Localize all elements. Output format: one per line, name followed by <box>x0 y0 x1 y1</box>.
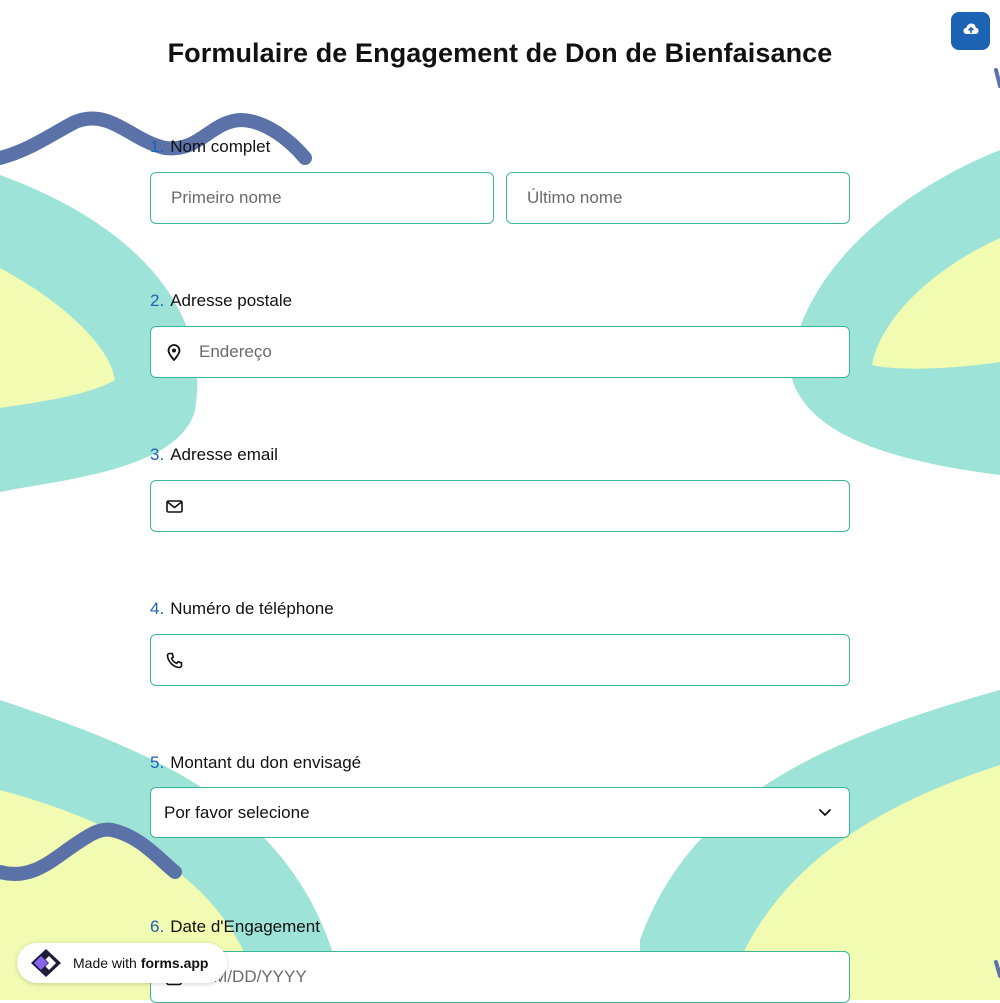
question-text: Montant du don envisagé <box>170 753 362 772</box>
address-input[interactable]: Endereço <box>150 326 850 378</box>
question-text: Adresse email <box>170 445 278 464</box>
question-number: 2. <box>150 291 165 310</box>
question-number: 1. <box>150 137 165 156</box>
phone-icon <box>164 650 184 670</box>
badge-prefix: Made with <box>73 955 137 971</box>
question-number: 3. <box>150 445 165 464</box>
donation-amount-selected: Por favor selecione <box>164 802 310 822</box>
pledge-date-input[interactable]: MM/DD/YYYY <box>150 951 850 1003</box>
question-number: 6. <box>150 917 165 936</box>
question-label-pledge-date: 6. Date d'Engagement <box>150 917 320 937</box>
question-label-email: 3. Adresse email <box>150 445 278 465</box>
form-page: Formulaire de Engagement de Don de Bienf… <box>0 0 1000 1003</box>
question-label-donation-amount: 5. Montant du don envisagé <box>150 753 361 773</box>
question-number: 5. <box>150 753 165 772</box>
donation-amount-select[interactable]: Por favor selecione <box>150 787 850 838</box>
question-text: Adresse postale <box>170 291 293 310</box>
question-text: Numéro de téléphone <box>170 599 334 618</box>
first-name-placeholder: Primeiro nome <box>171 188 282 207</box>
question-text: Nom complet <box>170 137 271 156</box>
question-label-phone: 4. Numéro de téléphone <box>150 599 334 619</box>
map-pin-icon <box>164 342 184 362</box>
envelope-icon <box>164 496 184 516</box>
first-name-input[interactable]: Primeiro nome <box>150 172 494 224</box>
chevron-down-icon <box>815 803 835 823</box>
badge-brand: forms.app <box>140 955 209 971</box>
forms-app-logo-icon <box>27 946 65 980</box>
question-label-full-name: 1. Nom complet <box>150 137 270 157</box>
question-text: Date d'Engagement <box>170 917 320 936</box>
made-with-badge[interactable]: Made with forms.app <box>17 943 227 983</box>
last-name-input[interactable]: Último nome <box>506 172 850 224</box>
question-number: 4. <box>150 599 165 618</box>
question-label-address: 2. Adresse postale <box>150 291 292 311</box>
form-title: Formulaire de Engagement de Don de Bienf… <box>167 38 833 68</box>
email-input[interactable] <box>150 480 850 532</box>
phone-input[interactable] <box>150 634 850 686</box>
last-name-placeholder: Último nome <box>527 188 623 207</box>
address-placeholder: Endereço <box>199 342 272 361</box>
